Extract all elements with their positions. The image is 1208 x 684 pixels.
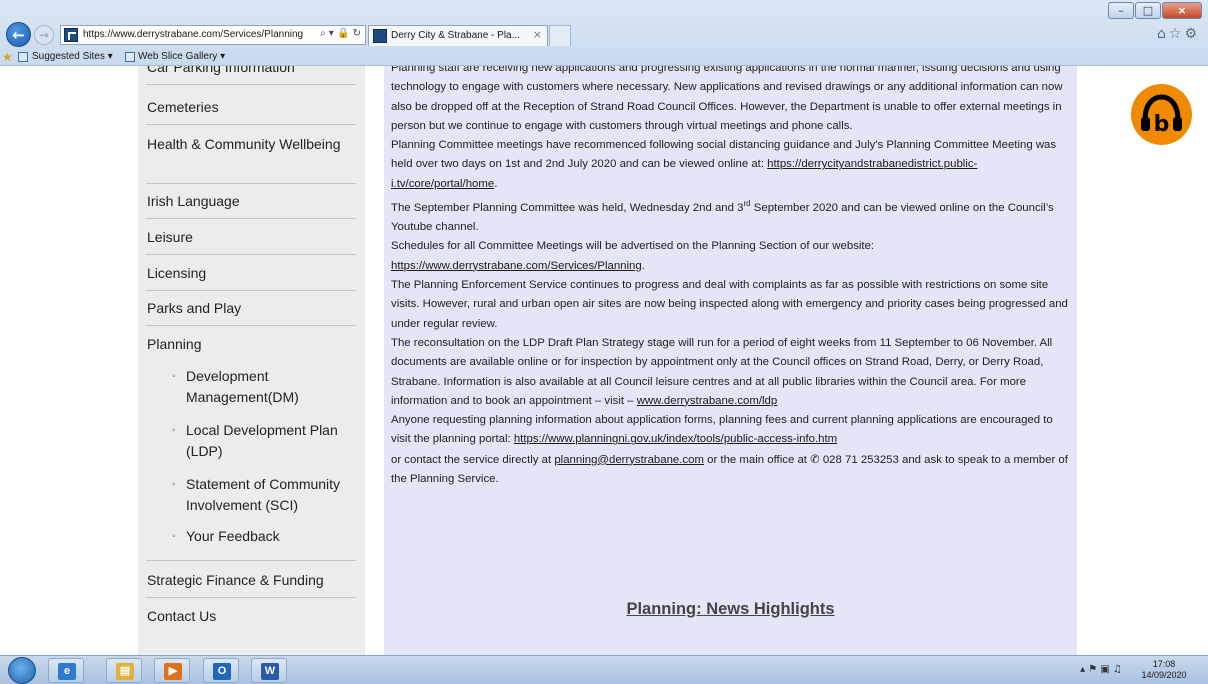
paragraph: The September Planning Committee was hel… — [391, 194, 1075, 237]
folder-icon: ▤ — [116, 663, 134, 680]
sidebar-item-contact-us[interactable]: Contact Us — [147, 605, 355, 627]
text: Schedules for all Committee Meetings wil… — [391, 240, 875, 253]
planning-text: Planning staff are receiving new applica… — [391, 66, 1075, 489]
divider — [146, 254, 356, 255]
sub-item-label: Local Development Plan (LDP) — [186, 422, 338, 459]
sub-item-local-development-plan[interactable]: ◦ Local Development Plan (LDP) — [172, 420, 357, 462]
address-url[interactable]: https://www.derrystrabane.com/Services/P… — [83, 29, 303, 40]
page-icon — [125, 52, 135, 62]
bullet-icon: ◦ — [172, 371, 176, 382]
taskbar-word[interactable]: W — [251, 658, 287, 683]
suggested-sites-link[interactable]: Suggested Sites ▾ — [32, 51, 113, 62]
text: . — [494, 177, 498, 190]
text: or the main office at — [703, 453, 811, 466]
superscript: rd — [743, 199, 751, 209]
back-button[interactable]: ← — [6, 22, 31, 47]
navigation-row: ← → https://www.derrystrabane.com/Servic… — [0, 22, 1208, 48]
headphones-icon: b — [1141, 94, 1182, 137]
favorites-star-icon[interactable]: ★ — [2, 50, 13, 64]
sidebar-item-leisure[interactable]: Leisure — [147, 226, 355, 248]
tray-icons[interactable]: ▴ ⚑ ▣ ♫ — [1080, 664, 1122, 675]
sidebar-item-irish-language[interactable]: Irish Language — [147, 190, 355, 212]
paragraph: The reconsultation on the LDP Draft Plan… — [391, 334, 1075, 411]
address-bar[interactable]: https://www.derrystrabane.com/Services/P… — [60, 25, 366, 45]
paragraph: The Planning Enforcement Service continu… — [391, 279, 1068, 330]
divider — [146, 597, 356, 598]
taskbar-outlook[interactable]: O — [203, 658, 239, 683]
tab-close-icon[interactable]: × — [533, 28, 542, 41]
sidebar-item-cemeteries[interactable]: Cemeteries — [147, 96, 355, 118]
listen-headphones-button[interactable]: b — [1131, 84, 1192, 145]
paragraph: Planning Committee meetings have recomme… — [391, 136, 1075, 194]
address-tools-icon[interactable]: ⌕ ▾ 🔒 ↻ — [320, 28, 361, 39]
paragraph: Anyone requesting planning information a… — [391, 411, 1075, 450]
divider — [146, 84, 356, 85]
web-page: Car Parking Information Cemeteries Healt… — [0, 66, 1208, 655]
close-window-button[interactable]: × — [1162, 2, 1202, 19]
divider — [146, 325, 356, 326]
clock-date: 14/09/2020 — [1141, 670, 1187, 680]
forward-button[interactable]: → — [34, 25, 54, 45]
paragraph: Schedules for all Committee Meetings wil… — [391, 237, 1075, 276]
listen-letter: b — [1154, 112, 1170, 137]
bullet-icon: ◦ — [172, 479, 176, 490]
favorites-bar: ★ Suggested Sites ▾ Web Slice Gallery ▾ — [0, 50, 1208, 65]
tab-favicon-icon — [373, 29, 387, 43]
sub-item-sci[interactable]: ◦ Statement of Community Involvement (SC… — [172, 474, 357, 516]
media-player-icon: ▶ — [164, 663, 182, 680]
clock-time: 17:08 — [1152, 659, 1176, 669]
home-favorites-tools-icons[interactable]: ⌂☆⚙ — [1157, 26, 1200, 42]
outlook-icon: O — [213, 663, 231, 680]
sidebar-nav: Car Parking Information Cemeteries Healt… — [138, 66, 365, 655]
web-slice-gallery-link[interactable]: Web Slice Gallery ▾ — [138, 51, 225, 62]
minimize-button[interactable]: – — [1108, 2, 1134, 19]
bullet-icon: ◦ — [172, 531, 176, 542]
paragraph: Planning staff are receiving new applica… — [391, 66, 1063, 132]
sub-item-your-feedback[interactable]: ◦ Your Feedback — [172, 526, 357, 547]
sidebar-item-health-community[interactable]: Health & Community Wellbeing — [147, 133, 355, 155]
text: . — [641, 259, 645, 272]
divider — [146, 183, 356, 184]
sub-item-label: Statement of Community Involvement (SCI) — [186, 476, 341, 513]
text: The September Planning Committee was hel… — [391, 201, 744, 214]
sidebar-item-car-parking[interactable]: Car Parking Information — [147, 66, 355, 78]
text: or contact the service directly at — [391, 453, 555, 466]
tab-active[interactable]: Derry City & Strabane - Pla... × — [368, 25, 548, 46]
sidebar-item-strategic-finance[interactable]: Strategic Finance & Funding — [147, 569, 355, 591]
divider — [146, 218, 356, 219]
sub-item-label: Development Management(DM) — [186, 368, 299, 405]
window-controls: – □ × — [1107, 2, 1202, 19]
divider — [146, 560, 356, 561]
main-content: Planning staff are receiving new applica… — [384, 66, 1077, 655]
sidebar-item-parks-play[interactable]: Parks and Play — [147, 297, 355, 319]
sidebar-item-licensing[interactable]: Licensing — [147, 262, 355, 284]
paragraph: or contact the service directly at plann… — [391, 450, 1075, 490]
tab-title: Derry City & Strabane - Pla... — [391, 30, 520, 41]
bullet-icon: ◦ — [172, 425, 176, 436]
divider — [146, 124, 356, 125]
page-icon — [18, 52, 28, 62]
divider — [146, 290, 356, 291]
site-favicon-icon — [64, 28, 78, 42]
sub-item-development-management[interactable]: ◦ Development Management(DM) — [172, 366, 357, 408]
internet-explorer-icon: e — [58, 663, 76, 680]
taskbar-media-player[interactable]: ▶ — [154, 658, 190, 683]
email-link[interactable]: planning@derrystrabane.com — [554, 454, 704, 466]
maximize-button[interactable]: □ — [1135, 2, 1161, 19]
sub-item-label: Your Feedback — [186, 528, 280, 544]
clock[interactable]: 17:08 14/09/2020 — [1134, 659, 1194, 681]
sidebar-item-planning[interactable]: Planning — [147, 333, 355, 355]
ldp-link[interactable]: www.derrystrabane.com/ldp — [637, 395, 778, 407]
new-tab-button[interactable] — [549, 25, 571, 46]
word-icon: W — [261, 663, 279, 680]
news-highlights-heading[interactable]: Planning: News Highlights — [384, 600, 1077, 619]
planning-portal-link[interactable]: https://www.planningni.gov.uk/index/tool… — [514, 433, 837, 445]
planning-page-link[interactable]: https://www.derrystrabane.com/Services/P… — [391, 260, 642, 272]
phone-icon: ✆ — [810, 451, 820, 466]
taskbar-internet-explorer[interactable]: e — [48, 658, 84, 683]
taskbar-windows-explorer[interactable]: ▤ — [106, 658, 142, 683]
start-button[interactable] — [8, 657, 36, 684]
browser-chrome: – □ × ← → https://www.derrystrabane.com/… — [0, 0, 1208, 66]
windows-taskbar: e ▤ ▶ O W ▴ ⚑ ▣ ♫ 17:08 14/09/2020 — [0, 655, 1208, 684]
